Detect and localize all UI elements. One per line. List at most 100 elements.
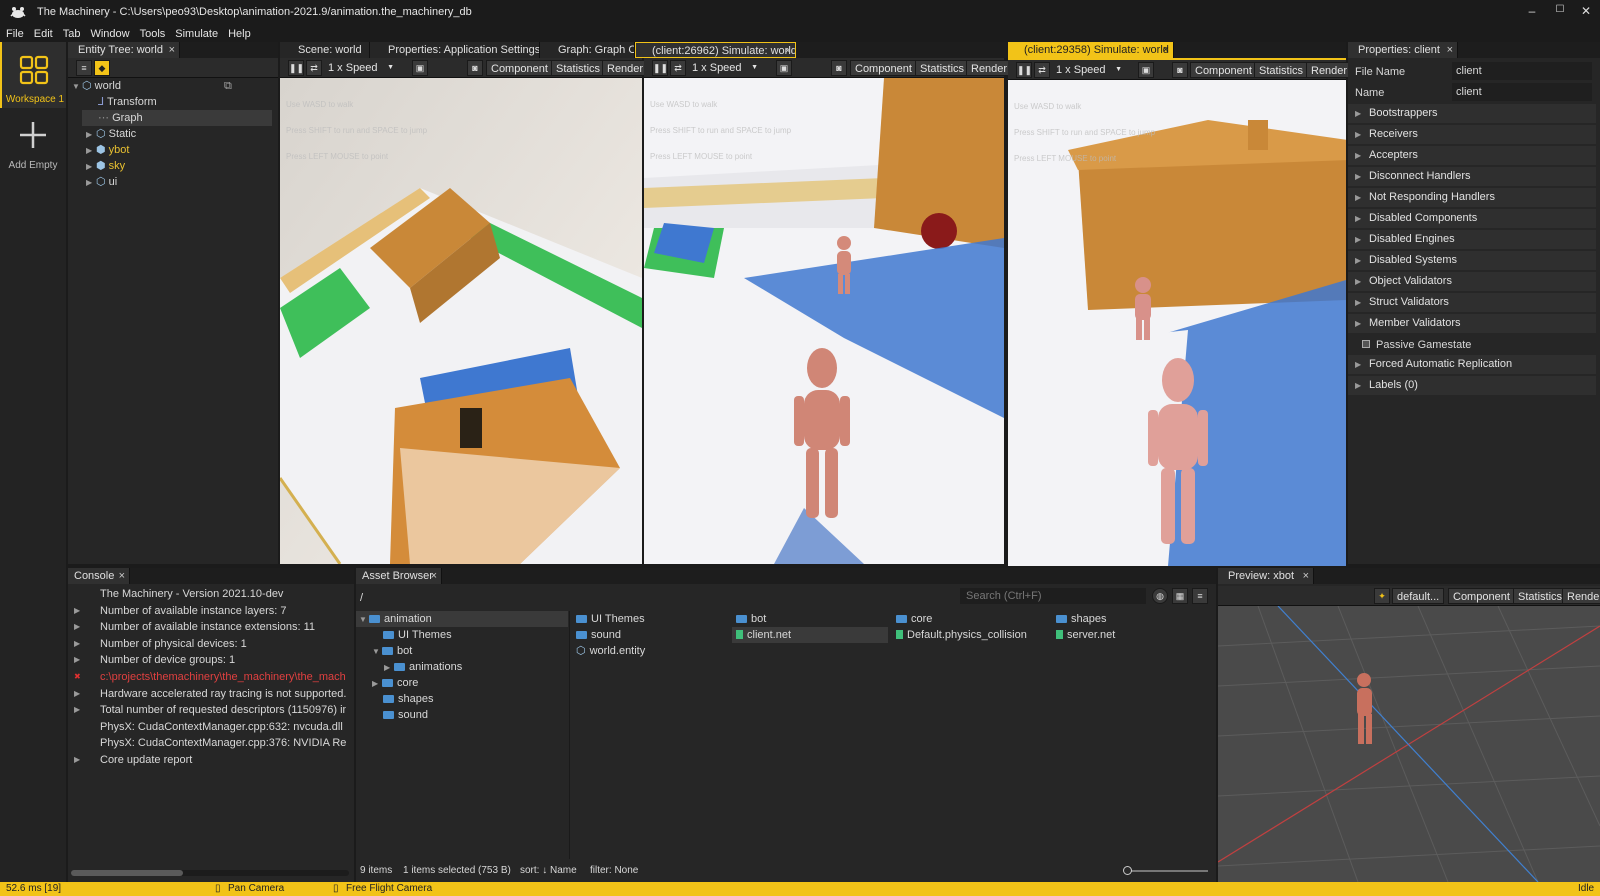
tree-folder-animation[interactable]: ▼ animation [356,611,568,627]
component-button[interactable]: Component [850,60,917,76]
pause-icon[interactable]: ❚❚ [1016,62,1032,78]
menu-window[interactable]: Window [85,26,134,42]
speed-dropdown[interactable]: 1 x Speed ▼ [688,60,762,76]
close-icon[interactable]: × [1303,568,1309,584]
close-window-button[interactable]: ✕ [1576,4,1596,22]
step-icon[interactable]: ⇄ [670,60,686,76]
asset-item[interactable]: shapes [1056,611,1106,627]
console-row[interactable]: ▶ Number of available instance layers: 7 [68,603,346,619]
section-disabled-engines[interactable]: ▶ Disabled Engines [1348,230,1596,249]
client-29358-viewport[interactable]: ❚❚ ⇄ 1 x Speed ▼ ▣ ◙ Component Statistic… [1008,58,1353,566]
asset-item[interactable]: UI Themes [576,611,645,627]
close-icon[interactable]: × [785,43,791,57]
statistics-button[interactable]: Statistics [1513,588,1568,604]
tree-folder-shapes[interactable]: shapes [383,691,433,707]
section-accepters[interactable]: ▶ Accepters [1348,146,1596,165]
close-icon[interactable]: × [119,568,125,584]
console-row[interactable]: ▶ Total number of requested descriptors (… [68,702,346,718]
search-input[interactable]: Search (Ctrl+F) [960,588,1146,604]
globe-icon[interactable]: ◍ [1152,588,1168,604]
render-button[interactable]: Render [602,60,649,76]
save-icon[interactable]: ▣ [776,60,792,76]
asset-item[interactable]: bot [736,611,766,627]
tree-folder-core[interactable]: ▶ core [372,675,418,691]
passive-gamestate-checkbox[interactable] [1362,340,1370,348]
camera-icon[interactable]: ◙ [831,60,847,76]
statistics-button[interactable]: Statistics [551,60,606,76]
tree-item-sky[interactable]: ▶ ⬢ sky [86,158,125,174]
workspace-1-button[interactable]: Workspace 1 [0,42,66,108]
render-button[interactable]: Render [1306,62,1353,78]
statistics-button[interactable]: Statistics [1254,62,1309,78]
section-struct-validators[interactable]: ▶ Struct Validators [1348,293,1596,312]
tree-item-graph[interactable]: ⋯ Graph [82,110,272,126]
copy-icon[interactable]: ⧉ [224,78,232,94]
prototype-icon[interactable]: ◆ [94,60,110,76]
tab-entity-tree[interactable]: Entity Tree: world × [68,42,180,58]
asset-item[interactable]: sound [576,627,621,643]
render-button[interactable]: Render [1562,588,1600,604]
asset-item[interactable]: core [896,611,932,627]
filter-icon[interactable]: ≡ [1192,588,1208,604]
pause-icon[interactable]: ❚❚ [288,60,304,76]
add-empty-button[interactable]: Add Empty [0,114,66,174]
zoom-slider[interactable] [1123,866,1208,875]
file-name-field[interactable]: client [1452,62,1592,80]
save-icon[interactable]: ▣ [1138,62,1154,78]
scene-viewport[interactable]: ❚❚ ⇄ 1 x Speed ▼ ▣ ◙ Component Statistic… [280,58,649,564]
close-icon[interactable]: × [431,568,437,584]
console-scrollbar[interactable] [71,870,349,876]
tab-properties-app[interactable]: Properties: Application Settings [370,42,540,58]
section-bootstrappers[interactable]: ▶ Bootstrappers [1348,104,1596,123]
speed-dropdown[interactable]: 1 x Speed ▼ [1052,62,1126,78]
section-receivers[interactable]: ▶ Receivers [1348,125,1596,144]
console-row[interactable]: ▶ Hardware accelerated ray tracing is not… [68,686,346,702]
expand-arrow-icon[interactable]: ▶ [86,143,96,159]
menu-file[interactable]: File [1,26,29,42]
light-bulb-icon[interactable]: ✦ [1374,588,1390,604]
tab-preview[interactable]: Preview: xbot × [1218,568,1314,584]
asset-item-selected[interactable]: client.net [732,627,888,643]
scrollbar-thumb[interactable] [71,870,183,876]
pause-icon[interactable]: ❚❚ [652,60,668,76]
menu-tab[interactable]: Tab [58,26,86,42]
tab-scene[interactable]: Scene: world [280,42,370,58]
close-icon[interactable]: × [1447,42,1453,58]
grid-view-icon[interactable]: ▦ [1172,588,1188,604]
client-26962-viewport[interactable]: ❚❚ ⇄ 1 x Speed ▼ ▣ ◙ Component Statistic… [644,58,1013,564]
asset-item[interactable]: ⬡ world.entity [576,643,645,659]
name-field[interactable]: client [1452,83,1592,101]
camera-icon[interactable]: ◙ [467,60,483,76]
filter-icon[interactable]: ≡ [76,60,92,76]
tab-properties-client[interactable]: Properties: client × [1348,42,1458,58]
tree-item-ybot[interactable]: ▶ ⬢ ybot [86,142,129,158]
console-row[interactable]: ▶ Number of device groups: 1 [68,652,346,668]
menu-simulate[interactable]: Simulate [170,26,223,42]
component-button[interactable]: Component [486,60,553,76]
expand-arrow-icon[interactable]: ▼ [359,612,369,628]
menu-tools[interactable]: Tools [135,26,171,42]
close-icon[interactable]: × [169,42,175,58]
step-icon[interactable]: ⇄ [306,60,322,76]
section-labels[interactable]: ▶ Labels (0) [1348,376,1596,395]
tree-item-world[interactable]: ▼ ⬡ world ⧉ [72,78,272,94]
component-button[interactable]: Component [1448,588,1515,604]
section-disabled-systems[interactable]: ▶ Disabled Systems [1348,251,1596,270]
console-row[interactable]: ▶ Number of physical devices: 1 [68,636,346,652]
tab-asset-browser[interactable]: Asset Browser × [356,568,442,584]
default-dropdown[interactable]: default... [1392,588,1445,604]
slider-handle[interactable] [1123,866,1132,875]
expand-arrow-icon[interactable]: ▼ [372,644,382,660]
tree-item-transform[interactable]: ⅃ Transform [98,94,157,110]
tab-client-26962[interactable]: (client:26962) Simulate: world × [635,42,796,58]
tab-client-29358[interactable]: (client:29358) Simulate: world × [1008,42,1174,58]
tree-folder-bot[interactable]: ▼ bot [372,643,412,659]
preview-render[interactable] [1218,606,1600,882]
close-icon[interactable]: × [1163,42,1169,58]
asset-item[interactable]: Default.physics_collision [896,627,1027,643]
console-row[interactable]: ▶ Core update report [68,752,346,768]
menu-edit[interactable]: Edit [29,26,58,42]
expand-arrow-icon[interactable]: ▶ [86,159,96,175]
tab-graph[interactable]: Graph: Graph Cc [540,42,635,58]
tree-folder-ui-themes[interactable]: UI Themes [383,627,452,643]
